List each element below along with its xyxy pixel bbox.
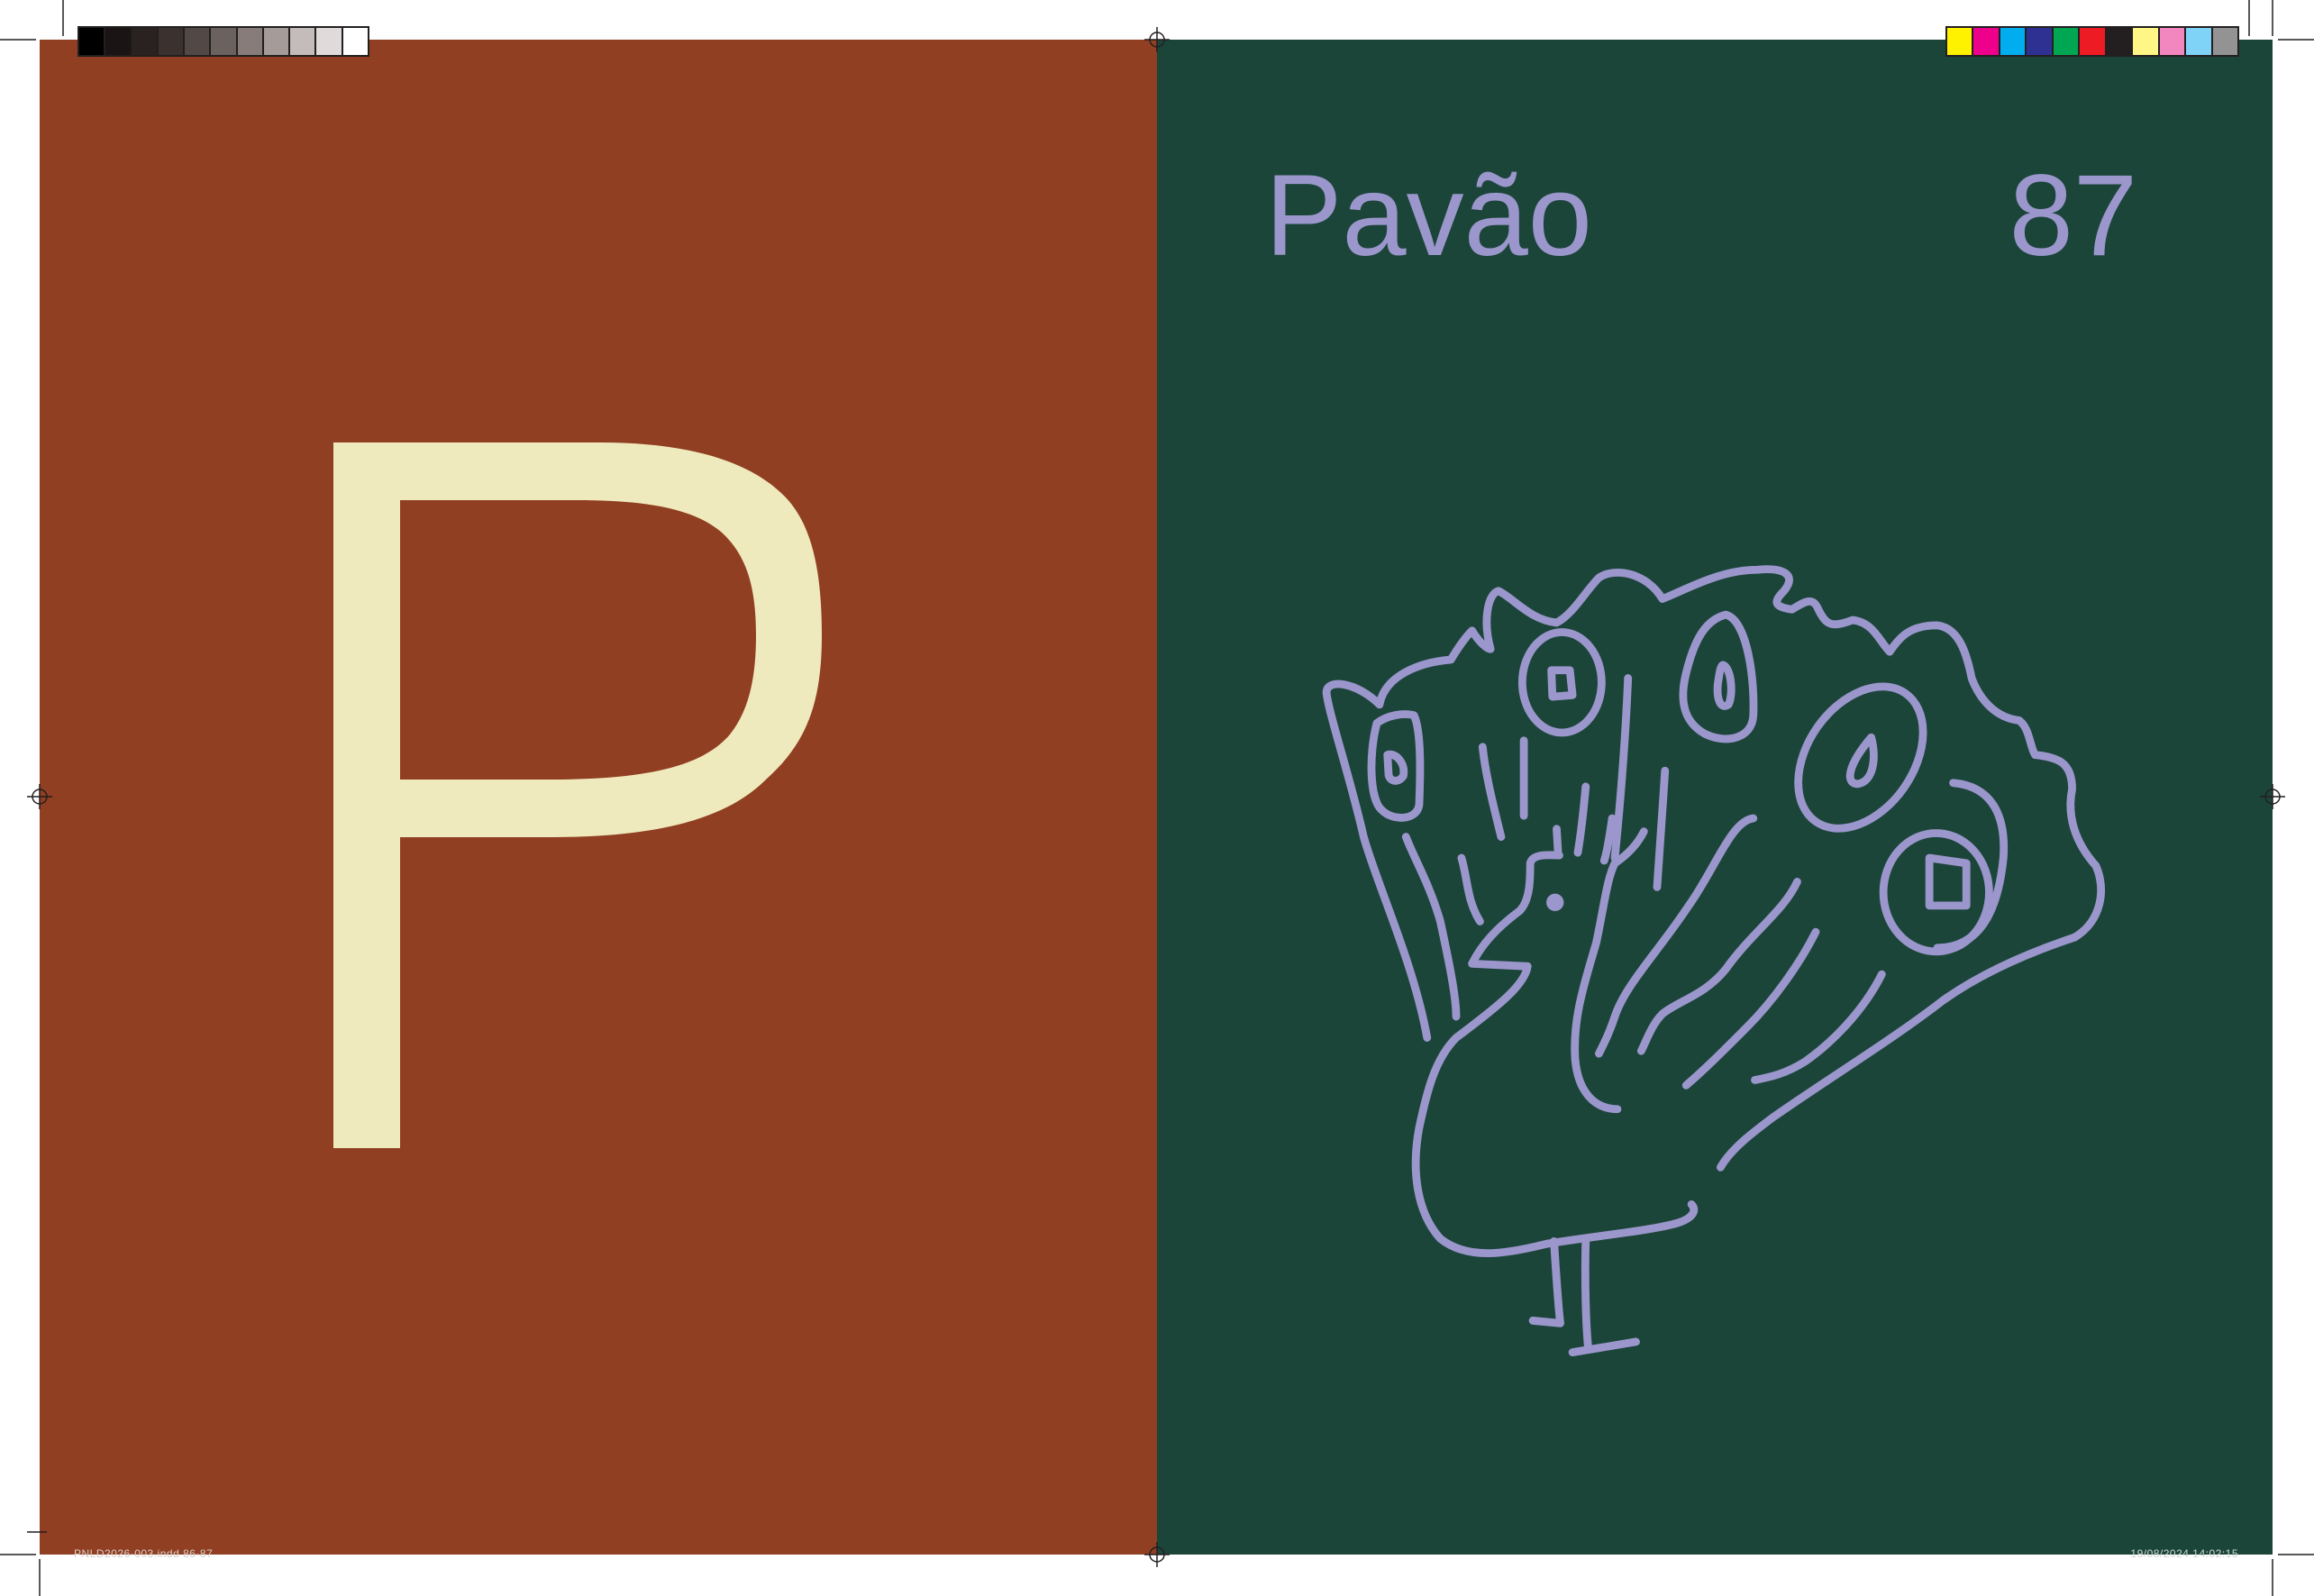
slug-date-info: 19/08/2024 14:02:15 — [2130, 1547, 2238, 1560]
registration-mark-bottom — [1144, 1542, 1170, 1567]
registration-mark-right — [2260, 784, 2285, 809]
registration-mark-left — [27, 784, 52, 809]
printer-marks — [0, 0, 2314, 1596]
registration-mark-top — [1144, 27, 1170, 52]
slug-file-info: PNLD2026-003.indd 86-87 — [74, 1547, 214, 1560]
